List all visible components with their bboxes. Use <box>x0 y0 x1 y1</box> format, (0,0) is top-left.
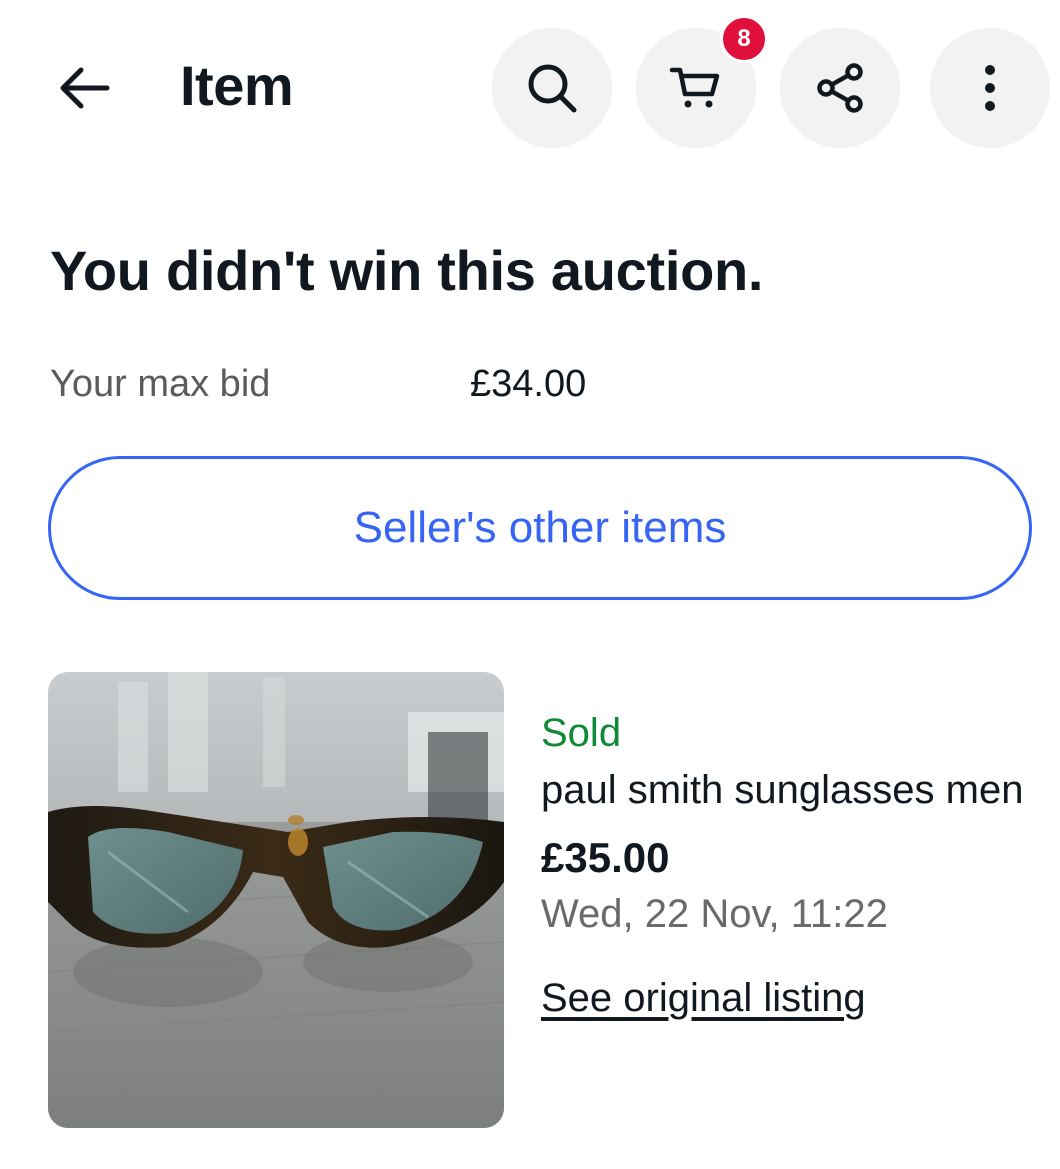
see-original-listing-link[interactable]: See original listing <box>541 970 866 1026</box>
more-options-button[interactable] <box>930 28 1050 148</box>
max-bid-value: £34.00 <box>470 363 587 405</box>
item-title: paul smith sunglasses men <box>541 768 1024 812</box>
sunglasses-photo <box>48 672 504 1128</box>
top-app-bar: Item 8 <box>0 0 1060 160</box>
item-price: £35.00 <box>541 834 670 881</box>
share-icon <box>817 63 863 113</box>
search-button[interactable] <box>492 28 612 148</box>
arrow-left-icon <box>60 67 110 109</box>
item-details: Sold paul smith sunglasses men £35.00 We… <box>541 706 1031 1026</box>
item-page: Item 8 You didn't win this auction. Your… <box>0 0 1060 1169</box>
more-vertical-icon <box>985 65 995 111</box>
cart-icon <box>669 67 720 108</box>
share-button[interactable] <box>780 28 900 148</box>
item-thumbnail[interactable] <box>48 672 504 1128</box>
seller-other-items-button[interactable]: Seller's other items <box>48 456 1032 600</box>
page-title: Item <box>180 54 294 117</box>
search-icon <box>528 64 577 113</box>
item-end-date: Wed, 22 Nov, 11:22 <box>541 892 888 936</box>
cart-count-badge: 8 <box>720 15 768 63</box>
back-button[interactable] <box>50 58 116 118</box>
item-status: Sold <box>541 711 622 755</box>
auction-result-heading: You didn't win this auction. <box>50 239 764 302</box>
max-bid-label: Your max bid <box>50 363 271 405</box>
